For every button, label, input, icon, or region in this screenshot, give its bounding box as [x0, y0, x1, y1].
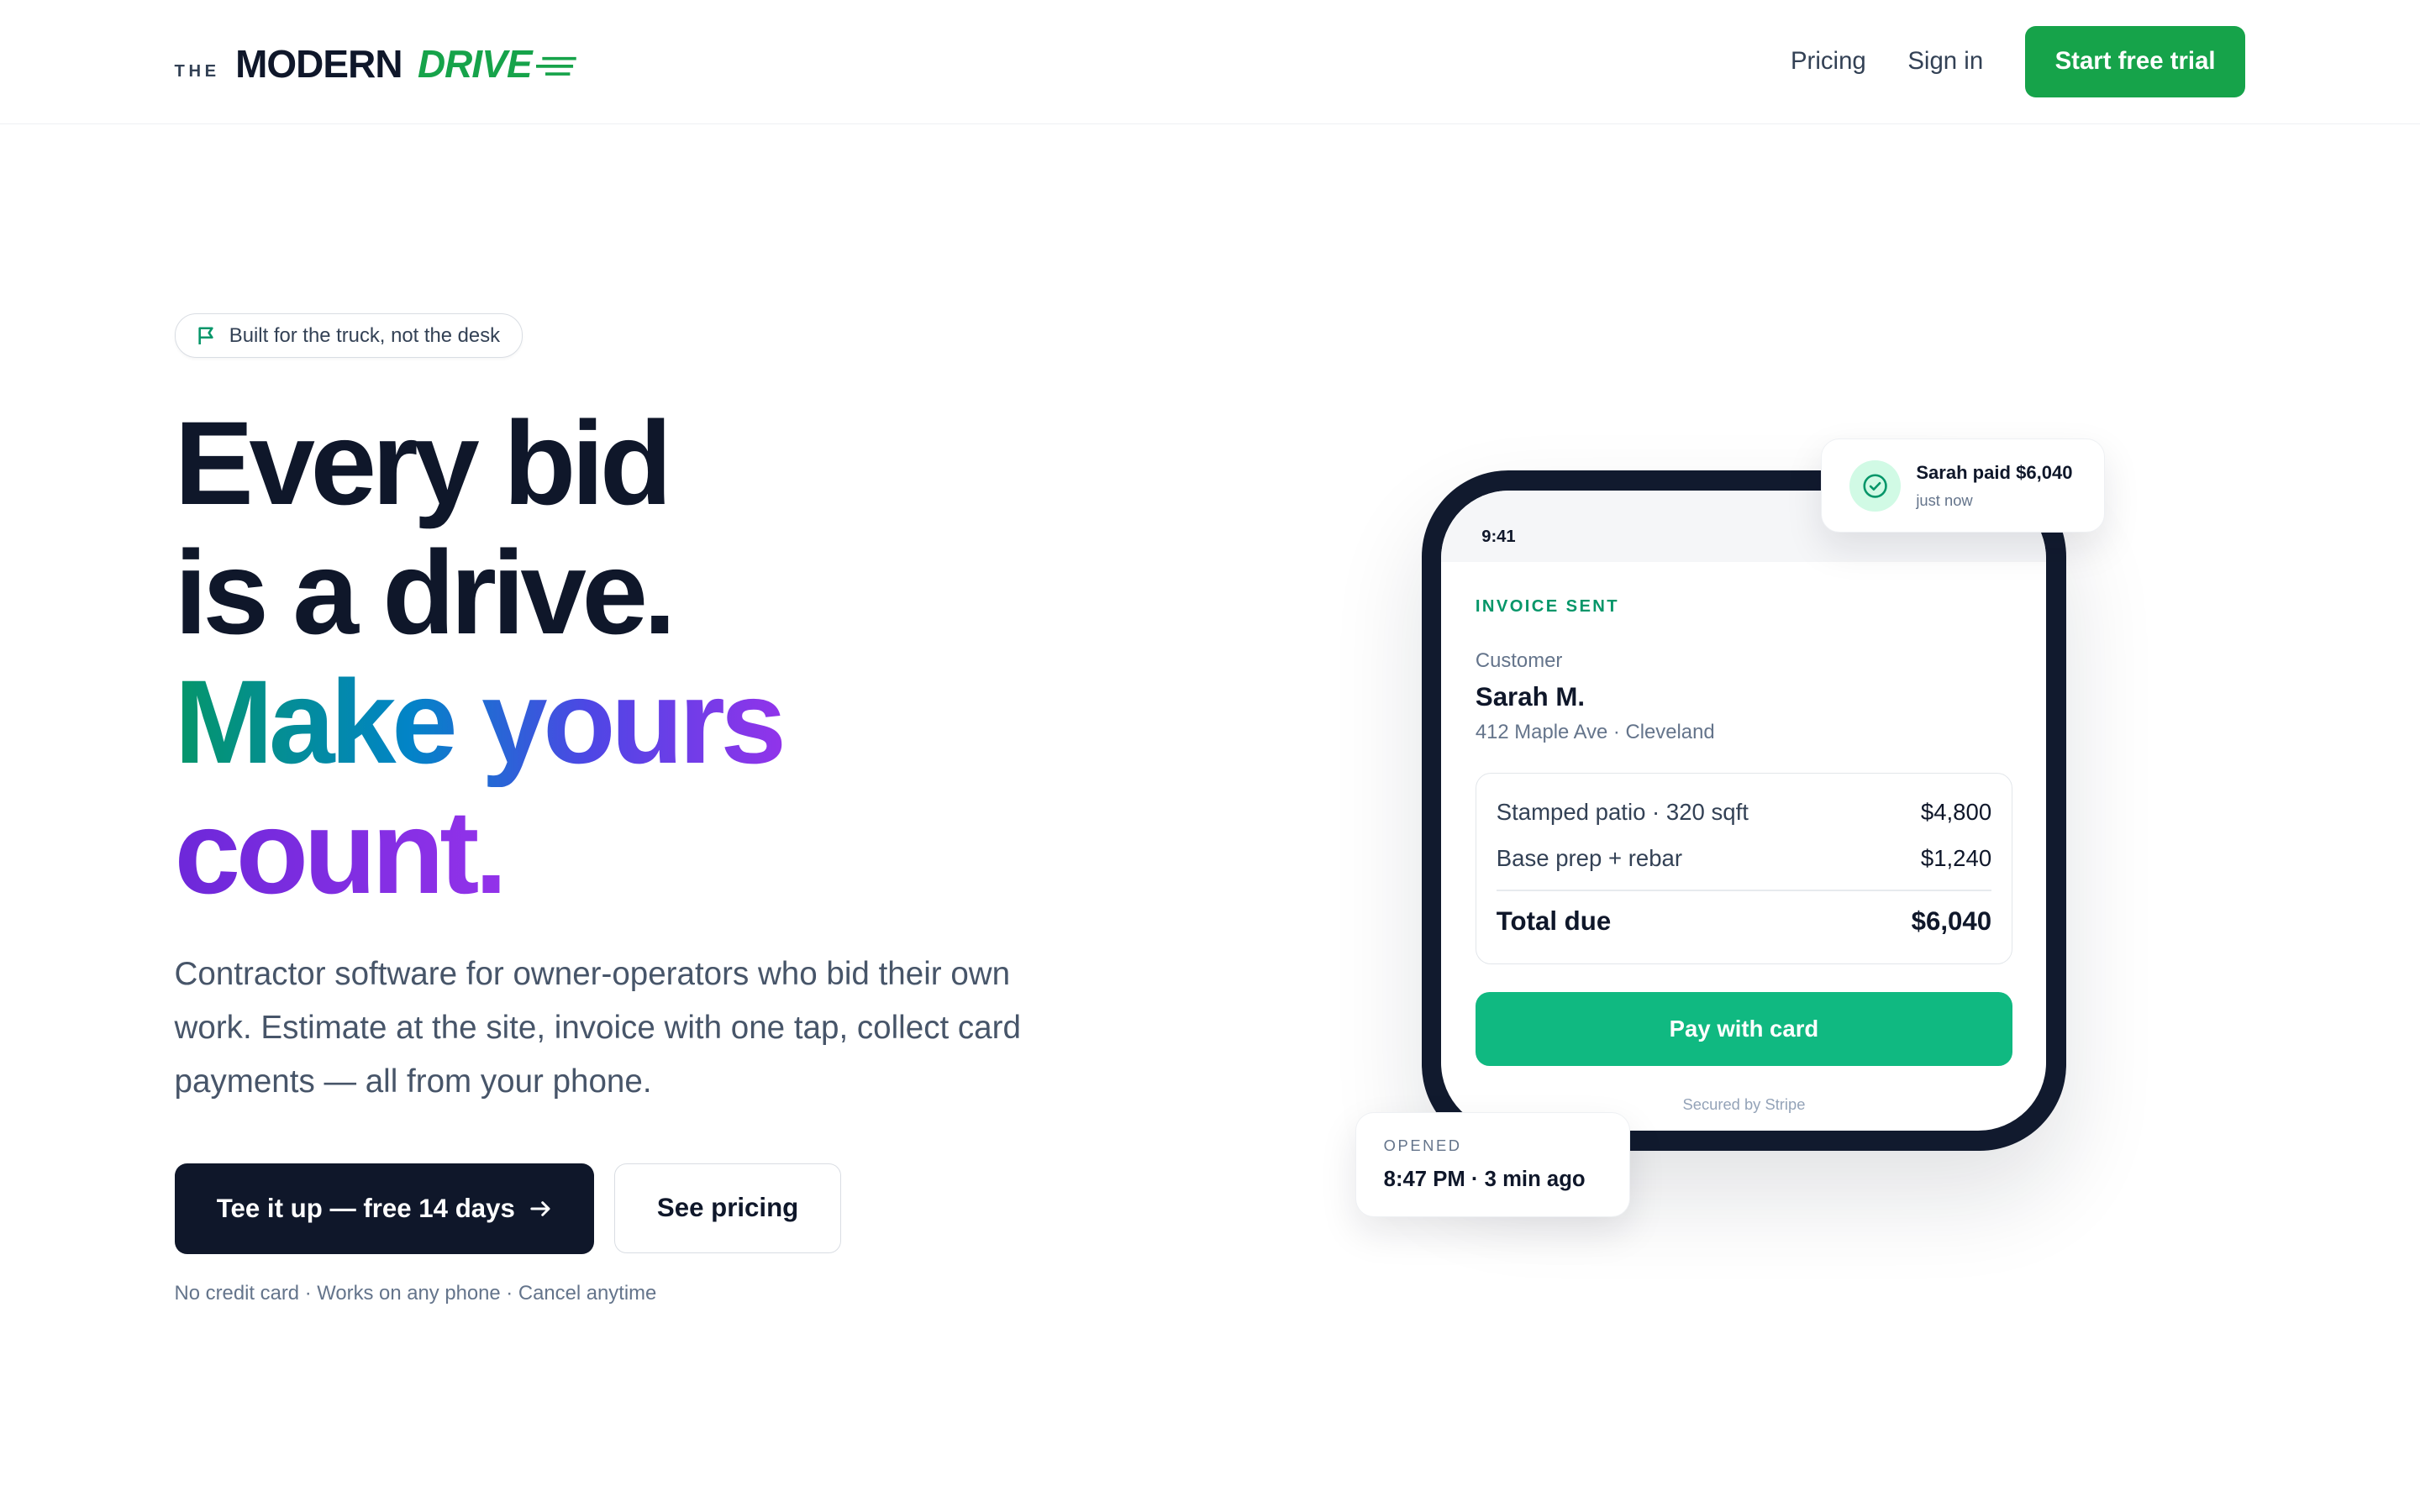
nav-pricing-link[interactable]: Pricing: [1791, 47, 1866, 76]
phone-screen: 9:41 INVOICE SENT Customer Sarah M. 412 …: [1441, 491, 2047, 1131]
hero-badge: Built for the truck, not the desk: [174, 312, 523, 359]
opened-label: OPENED: [1383, 1136, 1462, 1154]
arrow-right-icon: [530, 1201, 550, 1216]
payment-notification: Sarah paid $6,040 just now: [1821, 438, 2106, 533]
line-item-price: $4,800: [1920, 798, 1992, 825]
hero-headline: Every bid is a drive. Make yours count.: [175, 398, 788, 916]
notification-subtitle: just now: [1916, 491, 1973, 510]
total-value: $6,040: [1911, 906, 1992, 937]
speed-lines-icon: [536, 56, 576, 76]
free-trial-cta-button[interactable]: Tee it up — free 14 days: [174, 1163, 595, 1255]
site-header: THE MODERN DRIVE Pricing Sign in Start f…: [0, 0, 2420, 124]
line-item: Base prep + rebar $1,240: [1497, 845, 1991, 872]
fine-print: No credit card · Works on any phone · Ca…: [174, 1282, 657, 1305]
start-free-trial-button[interactable]: Start free trial: [2024, 26, 2246, 97]
divider: [1496, 889, 1992, 891]
logo-the: THE: [174, 62, 220, 81]
logo-drive: DRIVE: [417, 42, 533, 87]
invoice-status: INVOICE SENT: [1475, 596, 1619, 616]
opened-card: OPENED 8:47 PM · 3 min ago: [1355, 1112, 1630, 1218]
line-item-label: Base prep + rebar: [1496, 844, 1683, 871]
headline-line-3: Make yours: [175, 657, 788, 786]
headline-line-2: is a drive.: [174, 526, 676, 659]
line-item-price: $1,240: [1920, 844, 1992, 871]
phone-mockup: 9:41 INVOICE SENT Customer Sarah M. 412 …: [1421, 470, 2067, 1152]
top-nav: Pricing Sign in Start free trial: [1791, 26, 2246, 97]
free-trial-cta-label: Tee it up — free 14 days: [216, 1194, 515, 1224]
hero-badge-text: Built for the truck, not the desk: [229, 323, 501, 347]
pay-with-card-button[interactable]: Pay with card: [1475, 991, 2013, 1067]
hero-cta-row: Tee it up — free 14 days See pricing: [174, 1163, 842, 1255]
see-pricing-button[interactable]: See pricing: [614, 1163, 842, 1253]
customer-name: Sarah M.: [1475, 681, 1585, 711]
opened-time: 8:47 PM · 3 min ago: [1383, 1167, 1586, 1191]
secured-by-stripe: Secured by Stripe: [1682, 1095, 1806, 1114]
invoice-line-items: Stamped patio · 320 sqft $4,800 Base pre…: [1475, 773, 2013, 964]
notification-title: Sarah paid $6,040: [1916, 462, 2073, 484]
line-item-label: Stamped patio · 320 sqft: [1496, 798, 1749, 825]
check-circle-icon: [1849, 460, 1901, 512]
line-item: Stamped patio · 320 sqft $4,800: [1497, 799, 1991, 826]
customer-address: 412 Maple Ave · Cleveland: [1475, 720, 1715, 743]
status-time: 9:41: [1481, 528, 1516, 547]
total-row: Total due $6,040: [1497, 906, 1991, 937]
headline-line-4: count.: [175, 787, 509, 916]
headline-line-1: Every bid: [174, 396, 673, 529]
hero-description: Contractor software for owner-operators …: [174, 955, 1021, 1100]
customer-label: Customer: [1475, 649, 1563, 673]
total-label: Total due: [1496, 906, 1612, 937]
logo-modern: MODERN: [235, 42, 402, 87]
nav-sign-in-link[interactable]: Sign in: [1907, 47, 1983, 76]
flag-icon: [198, 327, 213, 344]
brand-logo[interactable]: THE MODERN DRIVE: [175, 40, 576, 87]
